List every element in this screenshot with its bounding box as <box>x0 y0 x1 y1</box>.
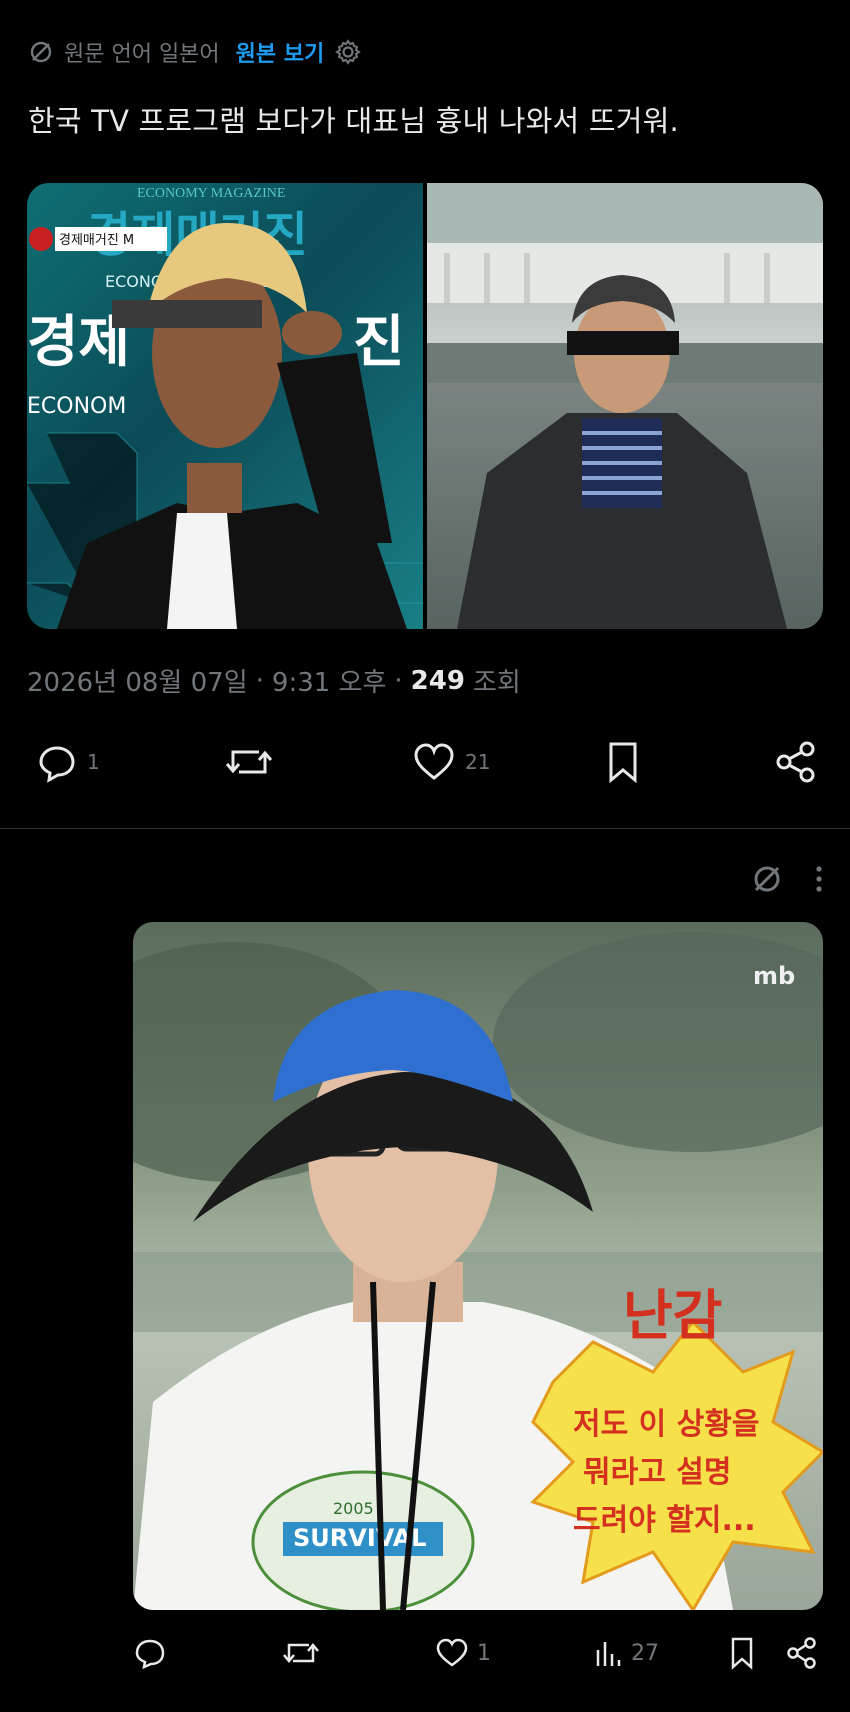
like-count: 21 <box>465 750 491 774</box>
caption-line1: 저도 이 상황을 <box>573 1407 760 1442</box>
tweet-time[interactable]: 9:31 오후 <box>272 662 387 699</box>
reply-media-image[interactable]: mb SURVIVAL 2005 난감 저도 이 상황을 뭐라고 설명 드려야 … <box>133 922 823 1610</box>
views-count: 27 <box>631 1640 659 1666</box>
reply-icon <box>133 1636 167 1670</box>
tweet-actions: 1 21 <box>27 740 823 790</box>
reply-toolbar <box>750 862 824 896</box>
media-image-left[interactable]: ECONOMY MAGAZINE 경제매거진 ECONOMY MAGAZINE … <box>27 183 423 629</box>
shirt-year: 2005 <box>333 1499 374 1518</box>
views-button[interactable]: 27 <box>593 1636 659 1670</box>
tweet-date[interactable]: 2026년 08월 07일 <box>27 662 248 699</box>
retweet-button[interactable] <box>281 1636 329 1670</box>
translation-bar: 원문 언어 일본어 원본 보기 <box>28 36 362 68</box>
tweet-meta: 2026년 08월 07일 · 9:31 오후 · 249 조회 <box>27 662 521 699</box>
tweet-text: 한국 TV 프로그램 보다가 대표님 흉내 나와서 뜨거워. <box>28 104 679 138</box>
like-count: 1 <box>477 1640 491 1666</box>
reply-count: 1 <box>87 750 100 774</box>
heart-icon <box>411 740 457 784</box>
reply-icon <box>35 740 79 784</box>
channel-badge: 경제매거진 M <box>59 233 134 248</box>
like-button[interactable]: 21 <box>411 740 490 784</box>
views-label: 조회 <box>472 668 521 698</box>
views-count: 249 <box>410 665 465 696</box>
broadcaster-logo: mb <box>753 962 795 990</box>
translate-off-icon[interactable] <box>750 862 784 896</box>
share-icon <box>773 740 819 784</box>
share-button[interactable] <box>773 740 819 784</box>
bookmark-button[interactable] <box>605 740 641 784</box>
bg-text-line5: ECONOM <box>27 394 126 419</box>
like-button[interactable]: 1 <box>435 1636 491 1670</box>
more-icon[interactable] <box>814 864 824 894</box>
share-icon <box>785 1636 819 1670</box>
reply-button[interactable] <box>133 1636 175 1670</box>
bookmark-button[interactable] <box>728 1636 756 1670</box>
bookmark-icon <box>605 740 641 784</box>
caption-title: 난감 <box>623 1284 722 1347</box>
tweet-media[interactable]: ECONOMY MAGAZINE 경제매거진 ECONOMY MAGAZINE … <box>27 183 823 629</box>
caption-line3: 드려야 할지... <box>573 1503 756 1538</box>
caption-line2: 뭐라고 설명 <box>583 1455 731 1490</box>
bg-text-top-small: ECONOMY MAGAZINE <box>137 186 285 201</box>
divider <box>0 828 850 829</box>
media-image-right[interactable] <box>427 183 823 629</box>
heart-icon <box>435 1636 469 1670</box>
analytics-icon <box>593 1636 623 1670</box>
bg-text-line4: 진 <box>353 310 405 375</box>
retweet-button[interactable] <box>223 740 283 784</box>
retweet-icon <box>223 740 275 784</box>
translation-source-label: 원문 언어 일본어 <box>64 42 220 67</box>
translate-off-icon <box>28 39 54 65</box>
bookmark-icon <box>728 1636 756 1670</box>
gear-icon[interactable] <box>334 38 362 66</box>
reply-actions: 1 27 <box>133 1636 823 1676</box>
share-button[interactable] <box>785 1636 819 1670</box>
show-original-link[interactable]: 원본 보기 <box>236 36 325 68</box>
retweet-icon <box>281 1636 321 1670</box>
reply-button[interactable]: 1 <box>35 740 100 784</box>
